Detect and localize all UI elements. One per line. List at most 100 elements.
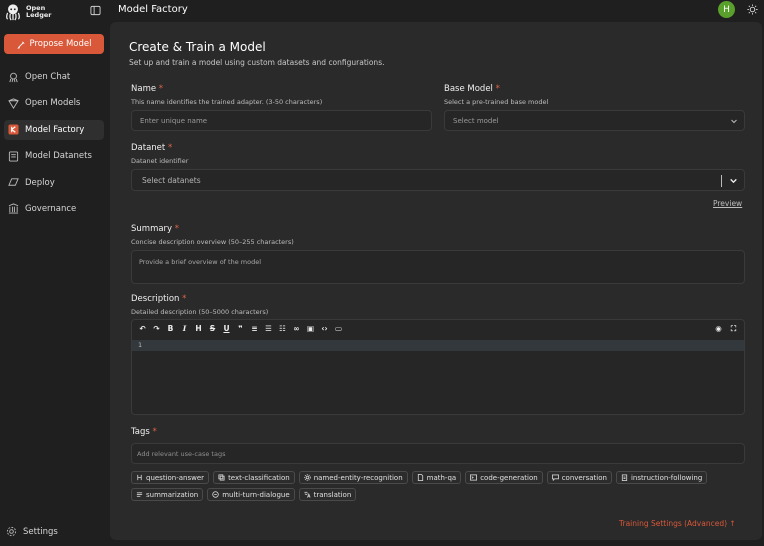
datanet-select[interactable]: Select datanets (131, 169, 745, 191)
tag-translation[interactable]: translation (298, 488, 357, 501)
sun-icon[interactable] (747, 4, 758, 15)
name-hint: This name identifies the trained adapter… (131, 98, 323, 106)
lines-icon (136, 492, 143, 497)
factory-icon (8, 124, 19, 135)
chevron-down-icon (731, 119, 737, 123)
summary-label: Summary * (131, 224, 180, 234)
governance-icon (8, 203, 19, 214)
checklist-icon[interactable]: ☷ (278, 324, 287, 333)
summary-placeholder: Provide a brief overview of the model (139, 258, 261, 266)
sidebar: Open Ledger Propose Model Open Chat Open… (0, 0, 110, 546)
quote-icon[interactable]: ❞ (236, 324, 245, 333)
description-editor[interactable]: ↶ ↷ B I H S U ❞ ≡ ☰ ☷ ∞ ▣ ‹› ▭ ◉ ⛶ 1 (131, 319, 745, 415)
tags-input[interactable]: Add relevant use-case tags (131, 443, 745, 464)
form-subtitle: Set up and train a model using custom da… (129, 58, 385, 67)
propose-model-label: Propose Model (29, 39, 92, 49)
sidebar-item-label: Open Chat (25, 72, 71, 82)
sidebar-nav: Open Chat Open Models Model Factory Mode… (4, 67, 104, 225)
sidebar-item-open-models[interactable]: Open Models (4, 93, 104, 113)
name-label: Name * (131, 84, 164, 94)
editor-toolbar: ↶ ↷ B I H S U ❞ ≡ ☰ ☷ ∞ ▣ ‹› ▭ (132, 320, 744, 336)
sidebar-item-open-chat[interactable]: Open Chat (4, 67, 104, 87)
pen-icon (16, 40, 25, 49)
tag-code-generation[interactable]: code-generation (465, 471, 543, 484)
sidebar-item-governance[interactable]: Governance (4, 199, 104, 219)
datanet-icon (8, 151, 19, 162)
required-mark: * (495, 84, 500, 94)
tag-math-qa[interactable]: math-qa (411, 471, 462, 484)
base-model-placeholder: Select model (453, 116, 499, 125)
sidebar-item-deploy[interactable]: Deploy (4, 173, 104, 193)
required-mark: * (158, 84, 164, 94)
settings-label: Settings (23, 526, 58, 537)
bold-icon[interactable]: B (166, 324, 175, 333)
octopus-logo-icon (6, 4, 20, 21)
base-model-hint: Select a pre-trained base model (444, 98, 549, 106)
name-placeholder: Enter unique name (140, 116, 208, 125)
avatar[interactable]: H (718, 1, 735, 18)
tag-conversation[interactable]: conversation (546, 471, 612, 484)
models-icon (8, 98, 19, 109)
required-mark: * (167, 143, 173, 153)
copy-icon (218, 474, 225, 481)
heading-icon[interactable]: H (194, 324, 203, 333)
unordered-list-icon[interactable]: ☰ (264, 324, 273, 333)
base-model-label: Base Model * (444, 84, 500, 94)
summary-textarea[interactable]: Provide a brief overview of the model (131, 250, 745, 284)
image-icon[interactable]: ▣ (306, 324, 315, 333)
gear-icon (303, 474, 311, 481)
base-model-select[interactable]: Select model (444, 110, 745, 131)
undo-icon[interactable]: ↶ (138, 324, 147, 333)
editor-active-line: 1 (132, 340, 744, 351)
redo-icon[interactable]: ↷ (152, 324, 161, 333)
fullscreen-icon[interactable]: ⛶ (729, 324, 738, 333)
preview-link[interactable]: Preview (713, 199, 742, 208)
underline-icon[interactable]: U (222, 324, 231, 333)
chevron-down-icon[interactable] (729, 176, 738, 185)
arrow-up-icon: ↑ (729, 519, 736, 528)
tag-text-classification[interactable]: text-classification (213, 471, 295, 484)
tag-question-answer[interactable]: question-answer (131, 471, 210, 484)
training-settings-toggle[interactable]: Training Settings (Advanced) ↑ (619, 519, 736, 528)
description-hint: Detailed description (50–5000 characters… (131, 308, 269, 316)
sidebar-item-label: Model Datanets (25, 151, 92, 162)
sidebar-item-model-factory[interactable]: Model Factory (4, 119, 104, 140)
code-icon[interactable]: ‹› (320, 324, 329, 333)
sidebar-item-label: Model Factory (25, 124, 85, 135)
ordered-list-icon[interactable]: ≡ (250, 324, 259, 333)
propose-model-button[interactable]: Propose Model (4, 34, 104, 54)
tags-label: Tags * (131, 427, 157, 437)
required-mark: * (182, 294, 187, 304)
tag-summarization[interactable]: summarization (131, 488, 204, 501)
sidebar-toggle-icon[interactable] (90, 5, 101, 16)
deploy-icon (8, 178, 19, 186)
terminal-icon (470, 474, 478, 481)
required-mark: * (174, 224, 180, 234)
name-input[interactable]: Enter unique name (131, 110, 432, 131)
sidebar-item-model-datanets[interactable]: Model Datanets (4, 146, 104, 166)
link-icon[interactable]: ∞ (292, 324, 301, 333)
sidebar-item-settings[interactable]: Settings (6, 526, 58, 537)
brand-logo[interactable]: Open Ledger (4, 2, 56, 22)
tag-multi-turn-dialogue[interactable]: multi-turn-dialogue (207, 488, 295, 501)
tag-instruction-following[interactable]: instruction-following (615, 471, 708, 484)
required-mark: * (152, 427, 157, 437)
dialogue-icon (212, 491, 219, 498)
strikethrough-icon[interactable]: S (208, 324, 217, 333)
summary-hint: Concise description overview (50–255 cha… (131, 238, 294, 246)
file-icon (417, 474, 423, 481)
tag-named-entity-recognition[interactable]: named-entity-recognition (298, 471, 408, 484)
page-title: Model Factory (118, 4, 188, 15)
italic-icon[interactable]: I (180, 324, 189, 333)
eye-icon[interactable]: ◉ (714, 324, 723, 333)
question-answer-icon (137, 474, 142, 481)
chat-octopus-icon (9, 72, 18, 82)
embed-icon[interactable]: ▭ (334, 324, 343, 333)
create-model-card: Create & Train a Model Set up and train … (110, 22, 762, 540)
datanet-label: Datanet * (131, 143, 173, 153)
clipboard-icon (621, 474, 628, 481)
training-settings-label: Training Settings (Advanced) (619, 519, 728, 528)
chat-bubble-icon (551, 474, 559, 481)
form-title: Create & Train a Model (129, 40, 266, 54)
sidebar-item-label: Governance (25, 203, 77, 214)
